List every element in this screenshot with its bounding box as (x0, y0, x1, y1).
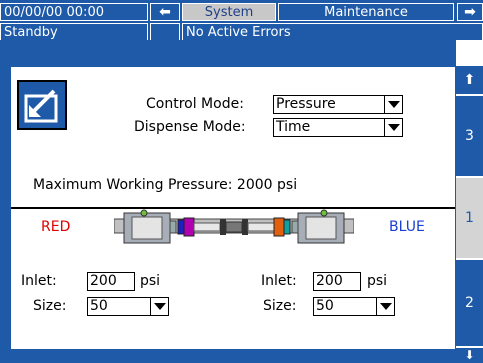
arrow-right-icon: ➡ (464, 4, 476, 20)
arrow-up-icon: ⬆ (463, 72, 476, 88)
left-inlet-input[interactable]: 200 (87, 272, 135, 291)
status-display: Standby (0, 23, 148, 41)
edit-arrow-icon (24, 89, 58, 123)
arrow-left-icon: ⬅ (159, 4, 171, 20)
bottom-rail (10, 350, 456, 363)
left-size-value: 50 (90, 298, 108, 314)
control-mode-label: Control Mode: (146, 96, 244, 112)
prev-screen-button[interactable]: ⬅ (150, 3, 180, 21)
sidebar-tab-2[interactable]: 2 (456, 260, 483, 346)
datetime-display[interactable]: 00/00/00 00:00 (0, 3, 148, 21)
status-spacer (150, 23, 180, 41)
chevron-down-icon (384, 119, 402, 136)
error-status[interactable]: No Active Errors (182, 23, 483, 41)
pump-red-label: RED (41, 219, 71, 235)
right-inlet-label: Inlet: (261, 273, 297, 289)
chevron-down-icon (150, 298, 168, 315)
arrow-down-icon: ⬇ (464, 348, 475, 362)
scroll-down-button[interactable]: ⬇ (456, 348, 483, 363)
chevron-down-icon (376, 298, 394, 315)
left-inlet-label: Inlet: (21, 273, 57, 289)
edit-button[interactable] (17, 80, 67, 130)
dispense-mode-select[interactable]: Time (273, 118, 403, 137)
top-rail (10, 40, 456, 66)
left-size-select[interactable]: 50 (87, 297, 169, 316)
right-size-value: 50 (316, 298, 334, 314)
right-inlet-input[interactable]: 200 (313, 272, 361, 291)
control-mode-select[interactable]: Pressure (273, 95, 403, 114)
main-panel: Control Mode: Pressure Dispense Mode: Ti… (10, 66, 456, 350)
tab-system[interactable]: System (182, 3, 276, 21)
next-screen-button[interactable]: ➡ (457, 3, 483, 21)
max-working-pressure: Maximum Working Pressure: 2000 psi (33, 177, 298, 193)
sidebar: ⬆ 3 1 2 ⬇ (456, 66, 483, 363)
left-rail (0, 40, 10, 363)
chevron-down-icon (384, 96, 402, 113)
scroll-up-button[interactable]: ⬆ (456, 66, 483, 94)
dispense-mode-label: Dispense Mode: (134, 119, 246, 135)
dispense-mode-value: Time (276, 119, 311, 135)
sidebar-tab-1[interactable]: 1 (456, 178, 483, 258)
right-size-select[interactable]: 50 (313, 297, 395, 316)
pump-diagram-icon (114, 209, 354, 244)
right-size-label: Size: (263, 298, 297, 314)
control-mode-value: Pressure (276, 96, 336, 112)
sidebar-tab-3[interactable]: 3 (456, 96, 483, 176)
left-size-label: Size: (33, 298, 67, 314)
left-inlet-unit: psi (140, 273, 161, 289)
tab-maintenance[interactable]: Maintenance (278, 3, 454, 21)
right-inlet-unit: psi (367, 273, 388, 289)
pump-blue-label: BLUE (389, 219, 425, 235)
